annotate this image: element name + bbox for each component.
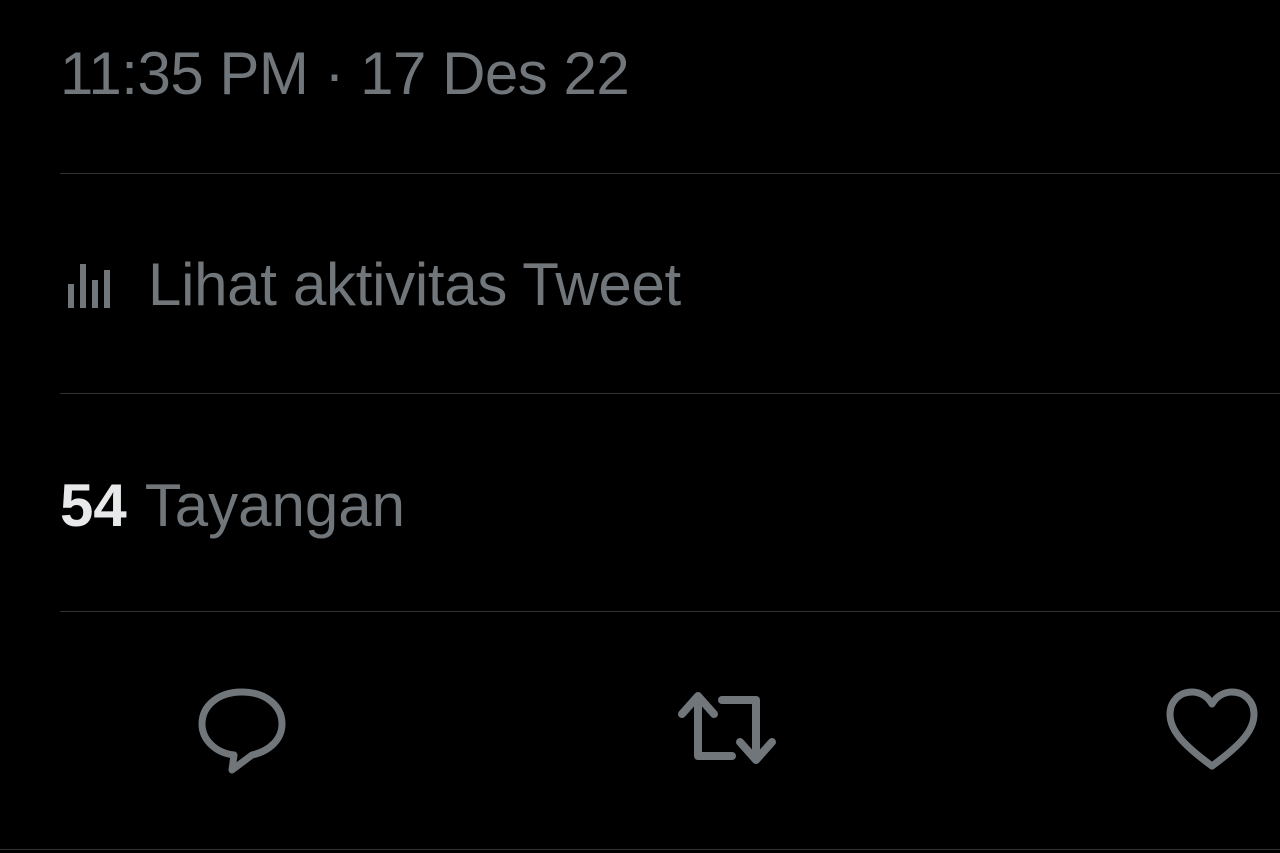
retweet-icon bbox=[672, 678, 782, 783]
view-tweet-analytics-link[interactable]: Lihat aktivitas Tweet bbox=[60, 245, 681, 325]
reply-icon bbox=[192, 678, 292, 783]
like-button[interactable] bbox=[1157, 675, 1267, 785]
views-stat[interactable]: 54 Tayangan bbox=[60, 466, 405, 546]
divider bbox=[60, 393, 1280, 394]
divider bbox=[60, 173, 1280, 174]
views-label: Tayangan bbox=[144, 472, 405, 539]
tweet-timestamp[interactable]: 11:35 PM · 17 Des 22 bbox=[60, 38, 630, 110]
views-count: 54 bbox=[60, 472, 127, 539]
analytics-label: Lihat aktivitas Tweet bbox=[148, 251, 681, 318]
bar-chart-icon bbox=[60, 255, 120, 315]
divider bbox=[0, 849, 1280, 850]
retweet-button[interactable] bbox=[672, 675, 782, 785]
divider bbox=[60, 611, 1280, 612]
heart-icon bbox=[1162, 678, 1262, 783]
tweet-detail-footer: 11:35 PM · 17 Des 22 Lihat aktivitas Twe… bbox=[0, 0, 1280, 853]
reply-button[interactable] bbox=[187, 675, 297, 785]
